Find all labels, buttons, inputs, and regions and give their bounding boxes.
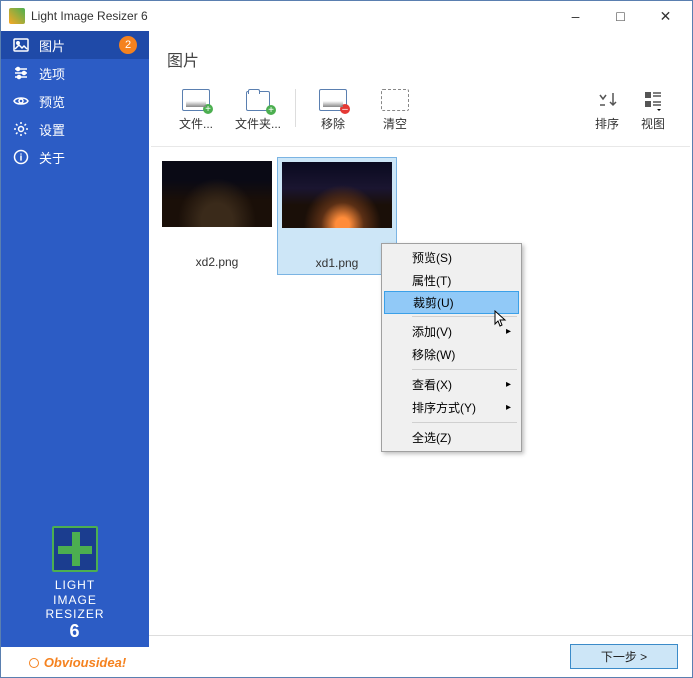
tb-label: 文件夹... xyxy=(235,115,281,132)
sidebar-item-label: 选项 xyxy=(39,64,65,83)
file-remove-icon: – xyxy=(319,89,347,111)
next-button[interactable]: 下一步 > xyxy=(570,644,678,669)
context-menu: 预览(S) 属性(T) 裁剪(U) 添加(V) 移除(W) 查看(X) 排序方式… xyxy=(381,243,522,452)
sidebar-item-about[interactable]: 关于 xyxy=(1,143,149,171)
image-icon xyxy=(13,37,29,53)
thumbnail-image xyxy=(282,162,392,228)
logo-text: LIGHT IMAGE RESIZER 6 xyxy=(45,578,104,643)
bulb-icon xyxy=(24,653,42,671)
toolbar-separator xyxy=(295,89,296,127)
thumbnail-item[interactable]: xd2.png xyxy=(157,157,277,273)
app-icon xyxy=(9,8,25,24)
sidebar-item-options[interactable]: 选项 xyxy=(1,59,149,87)
cm-separator xyxy=(412,369,517,370)
cm-properties[interactable]: 属性(T) xyxy=(384,269,519,292)
tb-label: 排序 xyxy=(595,115,619,132)
sidebar-badge: 2 xyxy=(119,36,137,54)
view-icon xyxy=(642,89,664,111)
thumbnail-image xyxy=(162,161,272,227)
cm-add[interactable]: 添加(V) xyxy=(384,320,519,343)
footer-bar: 下一步 > xyxy=(149,635,692,677)
sidebar-item-images[interactable]: 图片 2 xyxy=(1,31,149,59)
sidebar-item-label: 关于 xyxy=(39,148,65,167)
cm-select-all[interactable]: 全选(Z) xyxy=(384,426,519,449)
sort-button[interactable]: 排序 xyxy=(584,85,630,136)
thumbnail-item[interactable]: xd1.png xyxy=(277,157,397,275)
app-logo: LIGHT IMAGE RESIZER 6 xyxy=(1,516,149,647)
cm-sort-by[interactable]: 排序方式(Y) xyxy=(384,396,519,419)
brand-text: Obviousidea! xyxy=(44,655,126,670)
cm-remove[interactable]: 移除(W) xyxy=(384,343,519,366)
sidebar-item-settings[interactable]: 设置 xyxy=(1,115,149,143)
cm-preview[interactable]: 预览(S) xyxy=(384,246,519,269)
logo-graphic xyxy=(52,526,98,572)
folder-add-icon: + xyxy=(244,89,272,111)
maximize-button[interactable]: □ xyxy=(598,1,643,31)
window-title: Light Image Resizer 6 xyxy=(31,9,553,23)
add-file-button[interactable]: + 文件... xyxy=(165,85,227,136)
sidebar-item-preview[interactable]: 预览 xyxy=(1,87,149,115)
cm-view[interactable]: 查看(X) xyxy=(384,373,519,396)
cm-separator xyxy=(412,422,517,423)
sidebar-item-label: 图片 xyxy=(39,36,65,55)
view-button[interactable]: 视图 xyxy=(630,85,676,136)
close-button[interactable]: ✕ xyxy=(643,1,688,31)
sidebar-item-label: 设置 xyxy=(39,120,65,139)
toolbar: + 文件... + 文件夹... – 移除 清空 排序 xyxy=(151,81,690,147)
sidebar: 图片 2 选项 预览 设置 关于 LIGHT IMAGE RESIZER 6 xyxy=(1,31,149,677)
info-icon xyxy=(13,149,29,165)
remove-button[interactable]: – 移除 xyxy=(302,85,364,136)
cm-crop[interactable]: 裁剪(U) xyxy=(384,291,519,314)
tb-label: 视图 xyxy=(641,115,665,132)
add-folder-button[interactable]: + 文件夹... xyxy=(227,85,289,136)
clear-button[interactable]: 清空 xyxy=(364,85,426,136)
clear-icon xyxy=(381,89,409,111)
tb-label: 移除 xyxy=(321,115,345,132)
minimize-button[interactable]: – xyxy=(553,1,598,31)
cm-separator xyxy=(412,316,517,317)
gear-icon xyxy=(13,121,29,137)
tb-label: 文件... xyxy=(179,115,213,132)
sidebar-item-label: 预览 xyxy=(39,92,65,111)
tb-label: 清空 xyxy=(383,115,407,132)
page-title: 图片 xyxy=(149,31,692,81)
eye-icon xyxy=(13,93,29,109)
sliders-icon xyxy=(13,65,29,81)
thumbnail-grid[interactable]: xd2.png xd1.png 预览(S) 属性(T) 裁剪(U) 添加(V) … xyxy=(149,147,692,635)
sort-icon xyxy=(596,89,618,111)
brand-footer[interactable]: Obviousidea! xyxy=(1,647,149,677)
thumbnail-label: xd1.png xyxy=(316,236,359,270)
thumbnail-label: xd2.png xyxy=(196,235,239,269)
file-add-icon: + xyxy=(182,89,210,111)
